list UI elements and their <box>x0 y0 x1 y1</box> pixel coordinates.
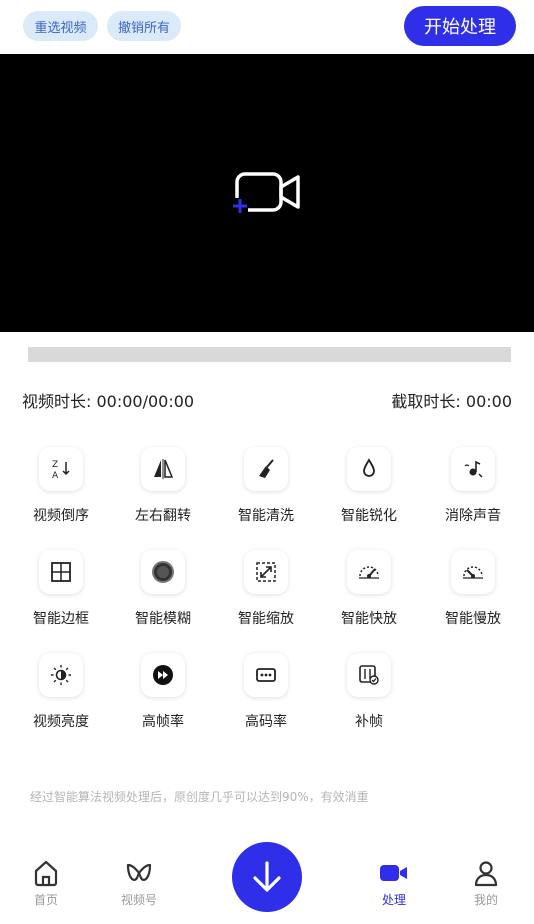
user-icon <box>474 861 498 887</box>
tool-smart-blur[interactable]: 智能模糊 <box>119 550 207 642</box>
tool-smart-slow[interactable]: 智能慢放 <box>429 550 517 642</box>
home-icon <box>34 860 58 887</box>
tool-label: 智能缩放 <box>238 611 294 627</box>
flip-horizontal-icon <box>141 447 185 491</box>
top-bar: 重选视频 撤销所有 开始处理 <box>0 0 534 54</box>
fast-speed-icon <box>347 550 391 594</box>
tab-label: 我的 <box>473 893 498 907</box>
tool-smart-zoom[interactable]: 智能缩放 <box>222 550 310 642</box>
tool-label: 智能边框 <box>33 611 89 627</box>
add-video-icon[interactable] <box>232 172 302 216</box>
clip-duration: 截取时长: 00:00 <box>391 392 512 411</box>
arrow-down-icon <box>253 861 281 892</box>
tool-smart-sharpen[interactable]: 智能锐化 <box>325 447 413 539</box>
video-duration: 视频时长: 00:00/00:00 <box>22 392 195 411</box>
tool-high-bitrate[interactable]: 高码率 <box>222 653 310 745</box>
time-info: 视频时长: 00:00/00:00 截取时长: 00:00 <box>22 388 512 412</box>
music-mute-icon <box>451 447 495 491</box>
drop-icon <box>347 447 391 491</box>
frame-fill-icon <box>347 653 391 697</box>
tool-label: 视频亮度 <box>33 714 89 730</box>
tool-label: 智能慢放 <box>445 611 501 627</box>
svg-text:A: A <box>52 471 59 481</box>
sort-reverse-icon: ZA <box>39 447 83 491</box>
tab-channel[interactable]: 视频号 <box>109 858 169 918</box>
tab-label: 视频号 <box>120 893 157 907</box>
tool-high-framerate[interactable]: 高帧率 <box>119 653 207 745</box>
video-progress-bar[interactable] <box>28 347 511 362</box>
zoom-expand-icon <box>244 550 288 594</box>
processing-note: 经过智能算法视频处理后，原创度几乎可以达到90%，有效消重 <box>30 790 369 804</box>
tool-label: 视频倒序 <box>33 508 89 524</box>
tool-label: 智能模糊 <box>135 611 191 627</box>
tool-frame-interpolation[interactable]: 补帧 <box>325 653 413 745</box>
tool-video-brightness[interactable]: 视频亮度 <box>17 653 105 745</box>
svg-text:Z: Z <box>52 460 58 470</box>
start-processing-button[interactable]: 开始处理 <box>404 6 516 46</box>
tool-label: 左右翻转 <box>135 508 191 524</box>
tool-label: 智能快放 <box>341 611 397 627</box>
tool-label: 智能锐化 <box>341 508 397 524</box>
grid-frame-icon <box>39 550 83 594</box>
tool-video-reverse[interactable]: ZA 视频倒序 <box>17 447 105 539</box>
tool-smart-border[interactable]: 智能边框 <box>17 550 105 642</box>
tool-smart-clean[interactable]: 智能清洗 <box>222 447 310 539</box>
tool-label: 补帧 <box>355 714 383 730</box>
download-button[interactable] <box>232 842 302 912</box>
tool-remove-sound[interactable]: 消除声音 <box>429 447 517 539</box>
tab-home[interactable]: 首页 <box>16 858 76 918</box>
channel-icon <box>126 863 152 881</box>
tool-label: 智能清洗 <box>238 508 294 524</box>
undo-all-button[interactable]: 撤销所有 <box>107 11 181 41</box>
tab-label: 处理 <box>381 893 406 907</box>
tab-label: 首页 <box>33 893 58 907</box>
bitrate-icon <box>244 653 288 697</box>
fast-forward-icon <box>141 653 185 697</box>
tool-smart-fast[interactable]: 智能快放 <box>325 550 413 642</box>
bottom-tab-bar: 首页 视频号 处理 我的 <box>0 838 534 924</box>
broom-icon <box>244 447 288 491</box>
tool-label: 高码率 <box>245 714 287 730</box>
brightness-icon <box>39 653 83 697</box>
tool-label: 高帧率 <box>142 714 184 730</box>
video-camera-icon <box>380 865 407 881</box>
tool-label: 消除声音 <box>445 508 501 524</box>
slow-speed-icon <box>451 550 495 594</box>
blur-circle-icon <box>141 550 185 594</box>
reselect-video-button[interactable]: 重选视频 <box>23 11 98 41</box>
tool-flip-horizontal[interactable]: 左右翻转 <box>119 447 207 539</box>
tab-mine[interactable]: 我的 <box>456 858 516 918</box>
tab-process[interactable]: 处理 <box>364 858 424 918</box>
